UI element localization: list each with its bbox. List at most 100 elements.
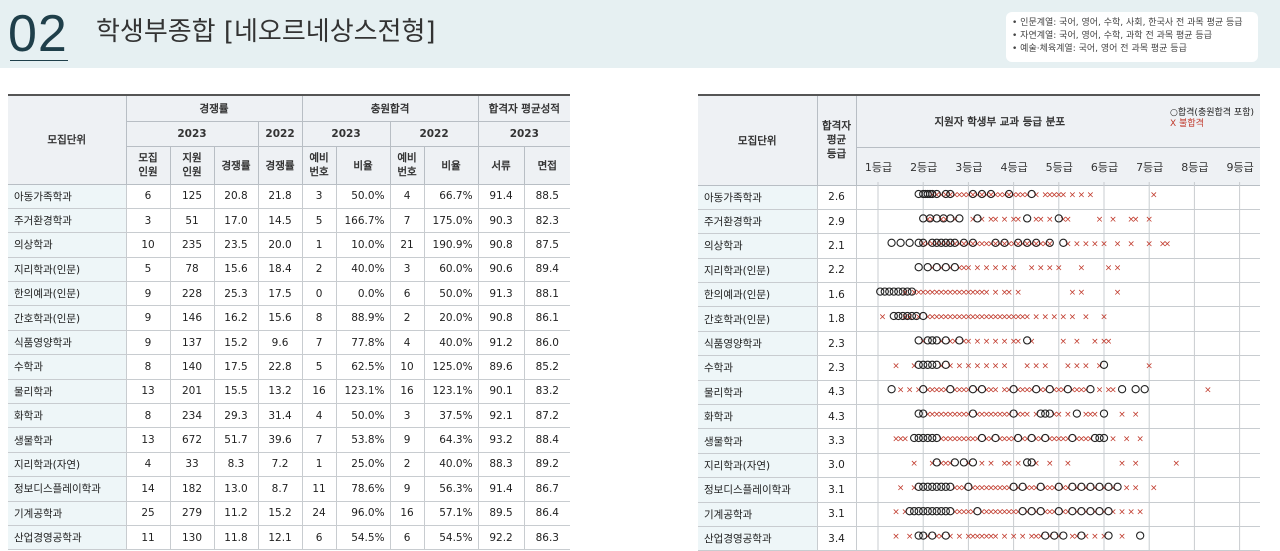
data-cell: 89.2 — [523, 452, 571, 478]
fail-marker: × — [1051, 313, 1059, 323]
data-cell: 0.0% — [335, 281, 391, 307]
data-cell: 88.5 — [523, 184, 571, 209]
grade-axis-label: 1등급 — [864, 160, 893, 174]
unit-name-cell: 식품영양학과 — [8, 330, 126, 356]
fail-marker: × — [987, 459, 995, 469]
fail-marker: × — [978, 459, 986, 469]
grade-axis-label: 5등급 — [1045, 160, 1073, 174]
unit-name-cell: 간호학과(인문) — [8, 305, 126, 331]
fail-marker: × — [1091, 410, 1099, 420]
unit-name-cell: 수학과 — [698, 355, 817, 381]
data-cell: 4 — [389, 184, 425, 209]
fail-marker: × — [1100, 508, 1108, 518]
header-2023-avg: 2023 — [477, 120, 571, 147]
fail-marker: × — [1114, 288, 1122, 298]
fail-marker: × — [965, 264, 973, 274]
avg-grade-cell: 2.1 — [816, 233, 856, 259]
fail-marker: × — [951, 337, 959, 347]
table-row: 지리학과(인문) 5 78 15.6 18.4 2 40.0% 3 60.0% 90.6 89.4 — [8, 257, 571, 283]
data-cell: 123.1% — [335, 379, 391, 405]
data-cell: 40.0% — [335, 257, 391, 283]
data-cell: 7.2 — [257, 452, 303, 478]
data-cell: 15.6 — [213, 257, 258, 283]
fail-marker: × — [992, 386, 1000, 396]
fail-marker: × — [1150, 191, 1158, 201]
fail-marker: × — [1028, 386, 1036, 396]
fail-marker: × — [906, 313, 914, 323]
pass-marker — [914, 263, 923, 272]
avg-grade-cell: 3.4 — [816, 526, 856, 551]
fail-marker: × — [1082, 508, 1090, 518]
data-cell: 54.5% — [335, 525, 391, 551]
header-2022-competition: 2022 — [257, 120, 303, 147]
fail-marker: × — [1064, 459, 1072, 469]
fail-marker: × — [938, 337, 946, 347]
fail-marker: × — [992, 264, 1000, 274]
page-header: 02 학생부종합 [네오르네상스전형] • 인문계열: 국어, 영어, 수학, … — [0, 0, 1280, 68]
page-title: 학생부종합 [네오르네상스전형] — [96, 17, 436, 47]
fail-marker: × — [924, 532, 932, 542]
data-cell: 8.3 — [213, 452, 258, 478]
table-row: 아동가족학과 6 125 20.8 21.8 3 50.0% 4 66.7% 91.4 88.5 — [8, 184, 571, 209]
fail-marker: × — [1037, 264, 1045, 274]
data-cell: 672 — [169, 427, 214, 453]
data-cell: 11.2 — [213, 501, 258, 526]
data-cell: 125.0% — [423, 354, 479, 380]
fail-marker: × — [1118, 459, 1126, 469]
fail-marker: × — [1091, 532, 1099, 542]
data-cell: 22.8 — [257, 354, 303, 380]
fail-marker: × — [965, 459, 973, 469]
data-cell: 87.5 — [523, 232, 571, 258]
fail-marker: × — [1005, 288, 1013, 298]
fail-marker: × — [928, 264, 936, 274]
unit-name-cell: 화학과 — [8, 403, 126, 429]
avg-grade-cell: 3.1 — [816, 502, 856, 527]
fail-marker: × — [1001, 532, 1009, 542]
fail-marker: × — [1082, 386, 1090, 396]
avg-grade-cell: 2.3 — [816, 355, 856, 381]
data-cell: 50.0% — [335, 184, 391, 209]
fail-marker: × — [1014, 215, 1022, 225]
section-number: 02 — [8, 5, 68, 63]
unit-name-cell: 기계공학과 — [698, 502, 817, 527]
data-cell: 60.0% — [423, 257, 479, 283]
fail-marker: × — [1046, 459, 1054, 469]
note-humanities: • 인문계열: 국어, 영어, 수학, 사회, 한국사 전 과목 평균 등급 — [1012, 18, 1243, 28]
fail-marker: × — [1096, 215, 1104, 225]
fail-marker: × — [1032, 313, 1040, 323]
data-cell: 87.2 — [523, 403, 571, 429]
fail-marker: × — [1010, 435, 1018, 445]
data-cell: 1 — [301, 452, 337, 478]
fail-marker: × — [1109, 508, 1117, 518]
distribution-plot-area: × × × × × × × × × × × × × × × × × × × × × × × × × × × × × × × × × × × × × × × ×… — [856, 182, 1261, 550]
fail-marker: × — [992, 215, 1000, 225]
fail-marker: × — [1014, 288, 1022, 298]
fail-marker: × — [1069, 288, 1077, 298]
fail-marker: × — [1014, 337, 1022, 347]
avg-grade-cell: 2.6 — [816, 185, 856, 210]
data-cell: 53.8% — [335, 427, 391, 453]
fail-marker: × — [1064, 435, 1072, 445]
avg-grade-cell: 4.3 — [816, 380, 856, 406]
fail-marker: × — [1001, 264, 1009, 274]
data-cell: 10 — [389, 354, 425, 380]
fail-marker: × — [974, 435, 982, 445]
avg-grade-cell: 2.9 — [816, 209, 856, 235]
fail-marker: × — [1073, 508, 1081, 518]
data-cell: 91.3 — [477, 281, 525, 307]
fail-marker: × — [1023, 435, 1031, 445]
fail-marker: × — [992, 288, 1000, 298]
fail-marker: × — [1055, 410, 1063, 420]
data-cell: 279 — [169, 501, 214, 526]
avg-grade-cell: 3.0 — [816, 453, 856, 479]
fail-marker: × — [1060, 191, 1068, 201]
header-2023-competition: 2023 — [125, 120, 259, 147]
grade-axis-label: 6등급 — [1090, 160, 1119, 174]
grade-axis-header: 1등급 2등급 3등급 4등급 5등급 6등급 7등급 8등급 9등급 — [855, 146, 1260, 186]
unit-name-cell: 화학과 — [698, 404, 817, 430]
fail-marker: × — [1109, 483, 1117, 493]
fail-marker: × — [1046, 532, 1054, 542]
data-cell: 91.2 — [477, 330, 525, 356]
fail-marker: × — [1150, 483, 1158, 493]
fail-marker: × — [1023, 508, 1031, 518]
